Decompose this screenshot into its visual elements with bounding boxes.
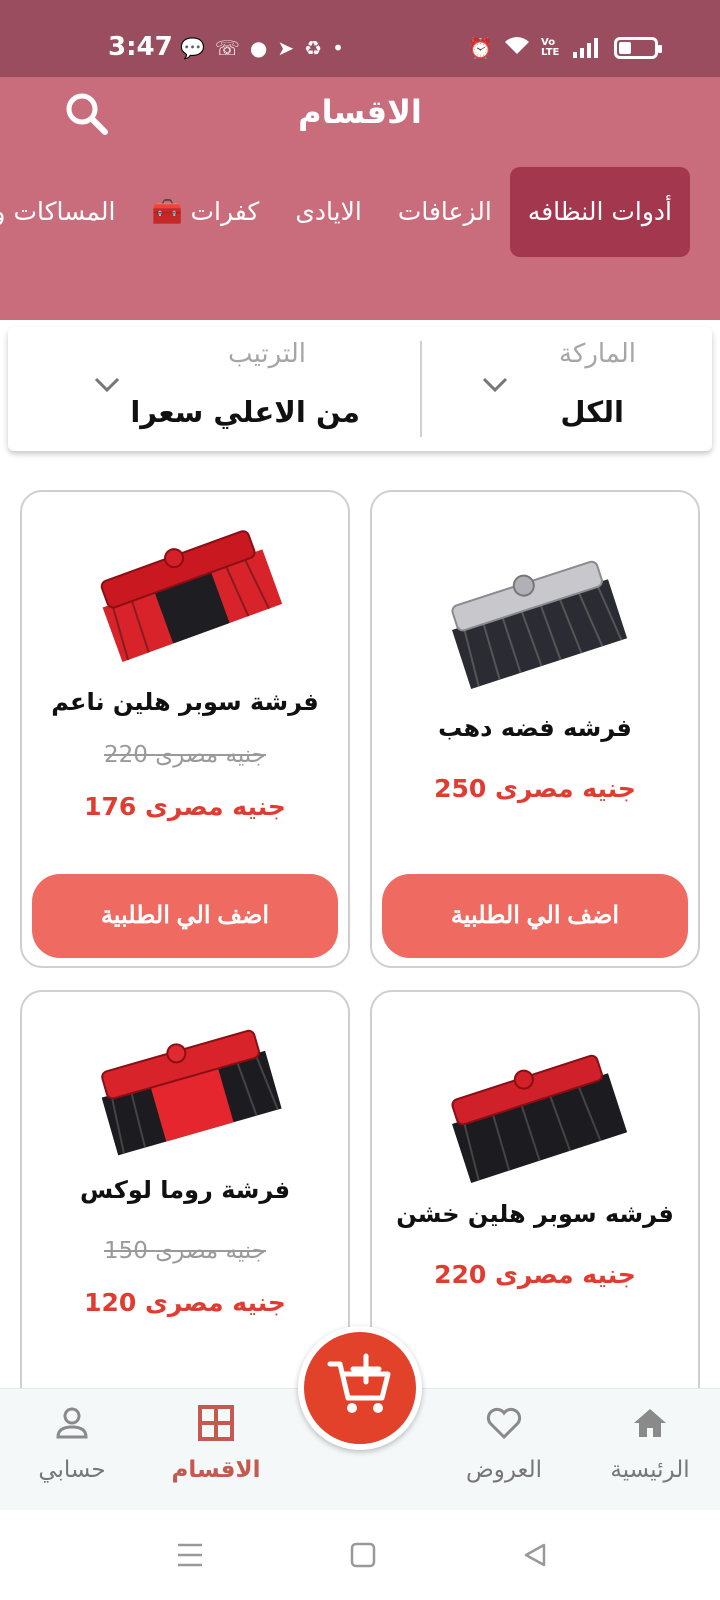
tab-cleaning-tools[interactable]: أدوات النظافه <box>509 167 690 257</box>
cart-button[interactable] <box>298 1326 422 1450</box>
heart-icon <box>486 1407 522 1440</box>
status-bar: 3:47 💬☏●➤♻• ⏰ Vo LTE <box>0 0 720 77</box>
nav-home-label: الرئيسية <box>610 1457 690 1483</box>
product-image <box>451 1054 628 1183</box>
nav-offers[interactable]: العروض <box>444 1389 564 1511</box>
product-card[interactable]: فرشه فضه دهب 250 جنيه مصرى اضف الي الطلب… <box>370 490 700 968</box>
sort-filter-value: من الاعلي سعرا <box>130 395 360 429</box>
chevron-down-icon <box>482 377 508 393</box>
dot-icon: • <box>332 36 354 60</box>
product-name: فرشة سوبر هلين ناعم <box>51 688 319 716</box>
product-old-price: 150 جنيه مصرى <box>104 1238 266 1264</box>
product-image <box>101 1029 282 1156</box>
home-square-icon[interactable] <box>350 1542 376 1568</box>
volte-icon: Vo LTE <box>541 36 560 58</box>
tab-tires[interactable]: كفرات 🧰 <box>133 167 277 257</box>
product-old-price: 220 جنيه مصرى <box>104 742 266 768</box>
sort-filter[interactable]: الترتيب من الاعلي سعرا <box>8 327 418 451</box>
product-card[interactable]: فرشة سوبر هلين ناعم 220 جنيه مصرى 176 جن… <box>20 490 350 968</box>
missed-call-icon: ☏ <box>214 36 250 60</box>
nav-categories[interactable]: الاقسام <box>156 1389 276 1511</box>
person-icon <box>56 1407 88 1439</box>
chevron-down-icon <box>94 377 120 393</box>
tab-handles[interactable]: الايادى <box>277 167 379 257</box>
chat-icon: 💬 <box>180 36 215 60</box>
battery-icon <box>614 36 662 59</box>
add-to-order-button[interactable]: اضف الي الطلبية <box>32 874 338 958</box>
product-price: 120 جنيه مصرى <box>84 1288 286 1317</box>
product-name: فرشة روما لوكس <box>79 1176 291 1204</box>
nav-account[interactable]: حسابي <box>12 1389 132 1511</box>
product-card[interactable]: فرشة روما لوكس 150 جنيه مصرى 120 جنيه مص… <box>20 990 350 1390</box>
sort-filter-label: الترتيب <box>228 339 306 369</box>
sync-icon: ♻ <box>304 36 333 60</box>
nav-offers-label: العروض <box>465 1457 543 1483</box>
search-icon <box>66 93 108 135</box>
notification-icons: 💬☏●➤♻• <box>180 36 354 60</box>
grid-icon <box>198 1405 234 1441</box>
app-header: الاقسام أدوات النظافهالزعافاتالايادىكفرا… <box>0 77 720 320</box>
brand-filter[interactable]: الماركة الكل <box>422 327 712 451</box>
add-to-cart-icon <box>327 1353 391 1413</box>
product-name: فرشه سوبر هلين خشن <box>396 1200 674 1228</box>
brand-filter-value: الكل <box>560 395 624 429</box>
nav-account-label: حسابي <box>38 1457 106 1483</box>
filter-card: الماركة الكل الترتيب من الاعلي سعرا <box>8 327 712 451</box>
product-name: فرشه فضه دهب <box>438 714 632 742</box>
nav-categories-label: الاقسام <box>171 1457 261 1483</box>
messenger-icon: ● <box>249 36 278 60</box>
product-card[interactable]: فرشه سوبر هلين خشن 220 جنيه مصرى <box>370 990 700 1390</box>
product-image <box>100 530 283 663</box>
product-price: 250 جنيه مصرى <box>434 774 636 803</box>
signal-icon <box>573 37 598 58</box>
tab-wipers[interactable]: الزعافات <box>380 167 510 257</box>
product-price: 220 جنيه مصرى <box>434 1260 636 1289</box>
back-triangle-icon[interactable] <box>522 1542 548 1568</box>
search-button[interactable] <box>62 89 112 139</box>
wifi-icon <box>503 34 531 61</box>
product-image <box>451 560 628 689</box>
telegram-icon: ➤ <box>277 36 305 60</box>
add-to-order-button[interactable]: اضف الي الطلبية <box>382 874 688 958</box>
menu-icon[interactable] <box>176 1542 204 1568</box>
tab-holders[interactable]: المساكات و <box>0 167 133 257</box>
status-time: 3:47 <box>108 32 173 62</box>
product-price: 176 جنيه مصرى <box>84 792 286 821</box>
alarm-icon: ⏰ <box>468 35 493 60</box>
nav-home[interactable]: الرئيسية <box>590 1389 710 1511</box>
home-icon <box>634 1409 666 1437</box>
system-navigation-bar <box>0 1510 720 1600</box>
system-status-icons: ⏰ Vo LTE <box>468 34 662 61</box>
brand-filter-label: الماركة <box>559 339 636 369</box>
filter-divider <box>420 341 422 437</box>
category-tabs: أدوات النظافهالزعافاتالايادىكفرات 🧰المسا… <box>0 167 720 257</box>
